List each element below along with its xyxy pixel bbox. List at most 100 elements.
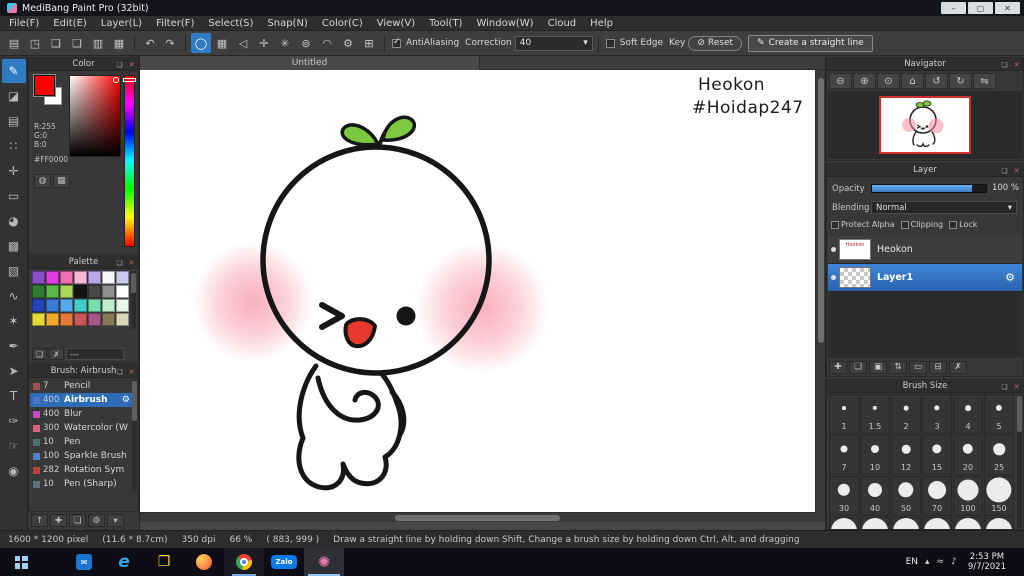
- snap-radial-icon[interactable]: ✳: [275, 33, 295, 53]
- panel-popout-icon[interactable]: ❏: [999, 59, 1010, 70]
- panel-close-icon[interactable]: ✕: [1011, 59, 1022, 70]
- palette-swatch[interactable]: [60, 299, 73, 312]
- menu-item[interactable]: Snap(N): [260, 16, 314, 31]
- delete-layer-icon[interactable]: ✗: [949, 360, 967, 374]
- layer-row[interactable]: Heokon Heokon ⚙: [828, 236, 1022, 264]
- opacity-slider[interactable]: [871, 184, 987, 193]
- new-canvas-icon[interactable]: ▤: [4, 33, 24, 53]
- reset-button[interactable]: ⊘ Reset: [688, 35, 743, 51]
- taskbar-icon-explorer[interactable]: ❒: [144, 548, 184, 576]
- color-grid-icon[interactable]: ▦: [53, 174, 70, 188]
- pixel-grid-icon[interactable]: ▦: [212, 33, 232, 53]
- palette-swatch[interactable]: [116, 285, 129, 298]
- panel-popout-icon[interactable]: ❏: [114, 59, 125, 70]
- language-indicator[interactable]: EN: [906, 557, 918, 567]
- navigator-thumbnail[interactable]: [879, 96, 971, 154]
- volume-icon[interactable]: ♪: [951, 557, 957, 567]
- menu-item[interactable]: Filter(F): [149, 16, 201, 31]
- text-tool[interactable]: T: [2, 384, 26, 408]
- brush-size-option[interactable]: 1: [829, 394, 859, 434]
- grid-view-icon[interactable]: ▦: [109, 33, 129, 53]
- panel-popout-icon[interactable]: ❏: [999, 381, 1010, 392]
- scrollbar-thumb[interactable]: [395, 515, 560, 521]
- menu-item[interactable]: View(V): [370, 16, 422, 31]
- palette-swatch[interactable]: [116, 271, 129, 284]
- palette-swatch[interactable]: [60, 285, 73, 298]
- taskbar-clock[interactable]: 2:53 PM 9/7/2021: [964, 552, 1010, 572]
- brush-list-item[interactable]: 100 Sparkle Brush ⚙: [30, 449, 132, 463]
- palette-swatch[interactable]: [60, 271, 73, 284]
- brush-settings-icon[interactable]: ⚙: [88, 514, 105, 527]
- rotate-cw-icon[interactable]: ↻: [949, 73, 972, 89]
- cloud-upload-icon[interactable]: ❑: [46, 33, 66, 53]
- fit-window-icon[interactable]: ⌂: [901, 73, 924, 89]
- move-layer-icon[interactable]: ⇅: [889, 360, 907, 374]
- brush-list-item[interactable]: 282 Rotation Sym ⚙: [30, 463, 132, 477]
- magic-wand-tool[interactable]: ✶: [2, 309, 26, 333]
- gradient-tool[interactable]: ▩: [2, 234, 26, 258]
- brush-list-item[interactable]: 400 Blur ⚙: [30, 407, 132, 421]
- canvas-vertical-scrollbar[interactable]: [815, 70, 825, 512]
- snap-settings-icon[interactable]: ⚙: [338, 33, 358, 53]
- brush-list-item[interactable]: 7 Pencil ⚙: [30, 379, 132, 393]
- zoom-in-icon[interactable]: ⊕: [853, 73, 876, 89]
- menu-item[interactable]: Edit(E): [46, 16, 94, 31]
- pen-tool[interactable]: ▤: [2, 109, 26, 133]
- add-layer-icon[interactable]: ✚: [829, 360, 847, 374]
- taskbar-start-button[interactable]: [0, 548, 42, 576]
- taskbar-icon-mail[interactable]: ✉: [64, 548, 104, 576]
- palette-swatch[interactable]: [102, 299, 115, 312]
- duplicate-layer-icon[interactable]: ❏: [849, 360, 867, 374]
- snap-off-icon[interactable]: ◁: [233, 33, 253, 53]
- brush-tool[interactable]: ✎: [1, 59, 26, 83]
- delete-palette-color-icon[interactable]: ✗: [49, 348, 64, 360]
- layer-row[interactable]: Layer1 Layer1 ⚙: [828, 264, 1022, 292]
- palette-swatch[interactable]: [102, 285, 115, 298]
- palette-swatch[interactable]: [46, 313, 59, 326]
- snap-circle-icon[interactable]: ⊚: [296, 33, 316, 53]
- palette-name-box[interactable]: ---: [66, 348, 124, 360]
- brush-size-option[interactable]: 25: [984, 435, 1014, 475]
- snap-grid-icon[interactable]: ⊞: [359, 33, 379, 53]
- menu-item[interactable]: File(F): [2, 16, 46, 31]
- checkbox-icon[interactable]: [900, 220, 909, 229]
- panel-popout-icon[interactable]: ❏: [999, 165, 1010, 176]
- select-tool[interactable]: ▧: [2, 259, 26, 283]
- brush-size-option[interactable]: [860, 517, 890, 529]
- brush-size-option[interactable]: 50: [891, 476, 921, 516]
- checkbox-icon[interactable]: [949, 220, 958, 229]
- taskbar-icon-chrome[interactable]: [224, 548, 264, 576]
- panel-popout-icon[interactable]: ❏: [114, 366, 125, 377]
- palette-scrollbar[interactable]: [131, 271, 136, 329]
- bucket-tool[interactable]: ◕: [2, 209, 26, 233]
- zoom-out-icon[interactable]: ⊖: [829, 73, 852, 89]
- color-wheel-icon[interactable]: ◍: [34, 174, 51, 188]
- minimize-button[interactable]: –: [941, 2, 966, 14]
- brush-list-item[interactable]: 300 Watercolor (W ⚙: [30, 421, 132, 435]
- panel-close-icon[interactable]: ✕: [126, 366, 137, 377]
- palette-swatch[interactable]: [74, 313, 87, 326]
- folder-icon[interactable]: ▭: [909, 360, 927, 374]
- export-icon[interactable]: ▥: [88, 33, 108, 53]
- divide-tool[interactable]: ▭: [2, 184, 26, 208]
- brush-up-icon[interactable]: ↑: [31, 514, 48, 527]
- layer-settings-gear-icon[interactable]: ⚙: [1005, 271, 1015, 284]
- palette-swatch[interactable]: [74, 271, 87, 284]
- panel-popout-icon[interactable]: ❏: [114, 257, 125, 268]
- brush-settings-gear-icon[interactable]: ⚙: [122, 395, 130, 405]
- brush-list-item[interactable]: 400 Airbrush ⚙: [30, 393, 132, 407]
- palette-swatch[interactable]: [88, 299, 101, 312]
- snap-curve-icon[interactable]: ◠: [317, 33, 337, 53]
- canvas-tab[interactable]: Untitled: [140, 56, 480, 70]
- menu-item[interactable]: Window(W): [469, 16, 540, 31]
- network-icon[interactable]: ≈: [937, 557, 945, 567]
- palette-swatch[interactable]: [116, 299, 129, 312]
- merge-layer-icon[interactable]: ⊟: [929, 360, 947, 374]
- panel-close-icon[interactable]: ✕: [1011, 165, 1022, 176]
- comment-icon[interactable]: ❏: [67, 33, 87, 53]
- menu-item[interactable]: Color(C): [315, 16, 370, 31]
- menu-item[interactable]: Tool(T): [422, 16, 469, 31]
- taskbar-icon-medibang[interactable]: ✺: [304, 548, 344, 576]
- move-tool[interactable]: ✛: [2, 159, 26, 183]
- zoom-tool[interactable]: ◉: [2, 459, 26, 483]
